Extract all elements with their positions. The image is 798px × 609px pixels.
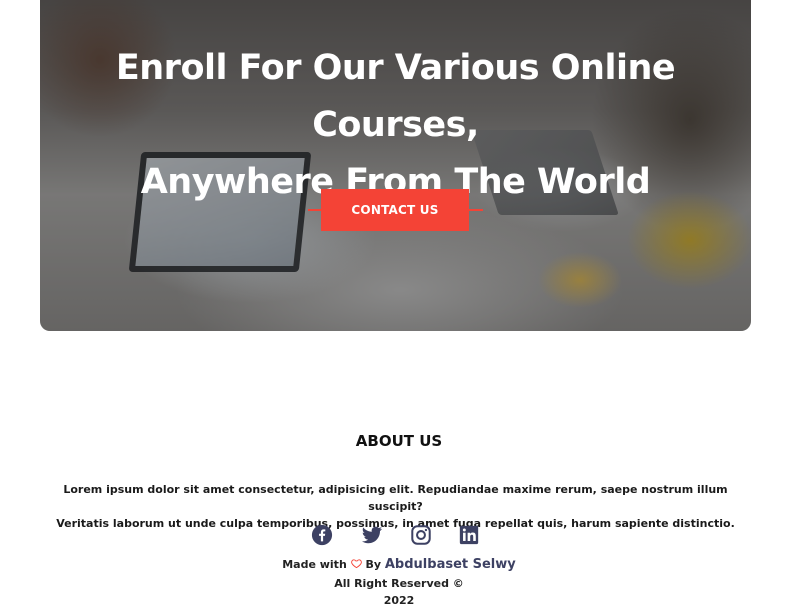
instagram-icon	[411, 525, 431, 545]
copyright-year: 2022	[383, 594, 415, 607]
about-title: ABOUT US	[355, 432, 443, 450]
hero-banner: Enroll For Our Various Online Courses, A…	[40, 0, 751, 331]
made-with-credit: Made with By Abdulbaset Selwy	[0, 557, 798, 572]
about-text-line1: Lorem ipsum dolor sit amet consectetur, …	[63, 483, 728, 513]
contact-button-wrap: CONTACT US	[308, 189, 483, 231]
made-with-prefix: Made with	[282, 558, 347, 571]
linkedin-icon	[459, 525, 479, 545]
linkedin-link[interactable]	[456, 522, 482, 548]
hero-title: Enroll For Our Various Online Courses, A…	[40, 40, 751, 211]
author-link[interactable]: Abdulbaset Selwy	[385, 557, 516, 572]
hero-title-line1: Enroll For Our Various Online Courses,	[115, 48, 676, 145]
made-with-by: By	[365, 558, 382, 571]
hero-content: Enroll For Our Various Online Courses, A…	[40, 0, 751, 331]
twitter-icon	[361, 526, 383, 544]
instagram-link[interactable]	[408, 522, 434, 548]
social-links	[0, 522, 798, 548]
rights-text: All Right Reserved ©	[334, 577, 464, 590]
twitter-link[interactable]	[359, 522, 385, 548]
facebook-link[interactable]	[309, 522, 335, 548]
contact-us-button[interactable]: CONTACT US	[321, 189, 469, 231]
heart-icon	[350, 559, 362, 569]
facebook-icon	[311, 524, 333, 546]
